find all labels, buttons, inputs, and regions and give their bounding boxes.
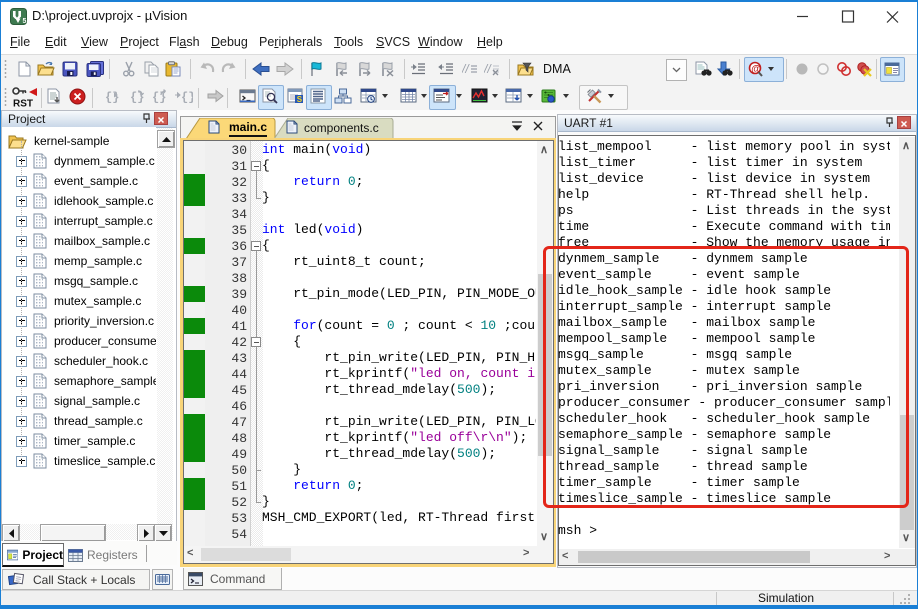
- svg-text:{}: {}: [105, 91, 119, 105]
- svg-text:S: S: [297, 95, 303, 104]
- svg-text://: //: [462, 62, 470, 76]
- svg-text:{}: {}: [130, 91, 144, 105]
- svg-text:5: 5: [23, 18, 27, 25]
- svg-text:{}: {}: [181, 91, 193, 105]
- svg-text://: //: [484, 62, 492, 76]
- svg-text:RST: RST: [13, 99, 33, 108]
